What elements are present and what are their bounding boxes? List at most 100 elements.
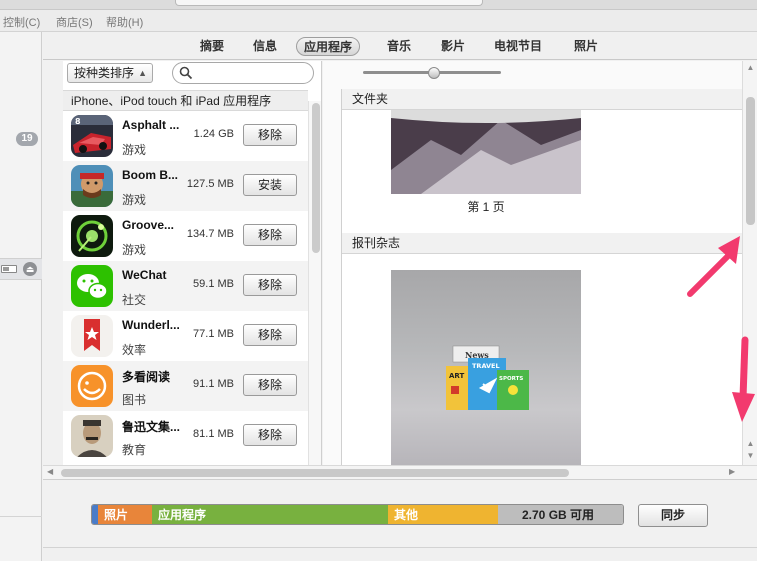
zoom-slider-knob[interactable]: [428, 67, 440, 79]
update-count-badge: 19: [16, 132, 38, 146]
source-sidebar: 19 ⏏: [0, 32, 42, 561]
menu-help[interactable]: 帮助(H): [106, 14, 143, 30]
app-category: 教育: [122, 443, 147, 457]
install-button[interactable]: 安装: [243, 174, 297, 196]
eject-icon[interactable]: ⏏: [23, 262, 37, 276]
list-item[interactable]: Groove... 游戏 134.7 MB 移除: [63, 211, 308, 261]
menubar: 控制(C) 商店(S) 帮助(H): [0, 10, 757, 32]
app-category: 游戏: [122, 243, 147, 257]
menu-control[interactable]: 控制(C): [3, 14, 40, 30]
tab-photos[interactable]: 照片: [567, 37, 605, 56]
remove-button[interactable]: 移除: [243, 374, 297, 396]
list-item[interactable]: 多看阅读 图书 91.1 MB 移除: [63, 361, 308, 411]
newsstand-icon: News ART TRAVEL SPORTS: [446, 345, 529, 410]
wechat-app-icon: [71, 265, 113, 307]
boom-beach-app-icon: [71, 165, 113, 207]
remove-button[interactable]: 移除: [243, 124, 297, 146]
scroll-thumb[interactable]: [312, 103, 320, 253]
list-item[interactable]: WeChat 社交 59.1 MB 移除: [63, 261, 308, 311]
scroll-down-arrow-icon[interactable]: ▼: [743, 451, 757, 460]
app-category: 图书: [122, 393, 147, 407]
scroll-thumb[interactable]: [61, 469, 569, 477]
device-tabs: 摘要 信息 应用程序 音乐 影片 电视节目 照片: [43, 32, 757, 60]
remove-button[interactable]: 移除: [243, 324, 297, 346]
svg-text:8: 8: [75, 117, 81, 126]
app-size: 134.7 MB: [186, 228, 234, 240]
device-item[interactable]: ⏏: [0, 258, 42, 280]
status-display: [175, 0, 483, 6]
pages-scrollbar[interactable]: ▲ ▲ ▼: [742, 61, 757, 465]
scroll-up-arrow-icon[interactable]: ▲: [743, 63, 757, 72]
list-item[interactable]: Boom B... 游戏 127.5 MB 安装: [63, 161, 308, 211]
luxun-app-icon: [71, 415, 113, 457]
list-item[interactable]: 鲁迅文集... 教育 81.1 MB 移除: [63, 411, 308, 461]
newsstand-header: 报刊杂志: [342, 233, 742, 254]
storage-seg-photos: 照片: [98, 505, 152, 524]
menu-store[interactable]: 商店(S): [56, 14, 93, 30]
title-strip: [0, 0, 757, 10]
app-category: 游戏: [122, 193, 147, 207]
app-size: 1.24 GB: [193, 128, 234, 140]
tab-tv-shows[interactable]: 电视节目: [487, 37, 549, 56]
app-name: 多看阅读: [122, 370, 171, 384]
folder-header: 文件夹: [342, 89, 742, 110]
app-size: 77.1 MB: [193, 328, 234, 340]
search-input[interactable]: [172, 62, 314, 84]
app-name: 鲁迅文集...: [122, 420, 181, 434]
remove-button[interactable]: 移除: [243, 274, 297, 296]
scroll-right-arrow-icon[interactable]: ▶: [729, 467, 735, 476]
app-category: 社交: [122, 293, 147, 307]
scroll-thumb[interactable]: [746, 97, 755, 225]
tab-music[interactable]: 音乐: [380, 37, 418, 56]
apps-panel: 按种类排序 ▲ iPhone、iPod touch 和 iPad 应用程序 8 A…: [63, 61, 322, 465]
scroll-left-arrow-icon[interactable]: ◀: [47, 467, 53, 476]
groove-app-icon: [71, 215, 113, 257]
divider: [0, 516, 42, 517]
asphalt-app-icon: 8: [71, 115, 113, 157]
app-category: 游戏: [122, 143, 147, 157]
duokan-app-icon: [71, 365, 113, 407]
updown-icon: ▲: [138, 68, 147, 78]
home-screens-panel: 文件夹 第 1 页 报刊杂志 News ART TRAVEL SPORTS: [323, 61, 742, 465]
page-label: 第 1 页: [467, 200, 505, 214]
app-size: 59.1 MB: [193, 278, 234, 290]
apps-section-header: iPhone、iPod touch 和 iPad 应用程序: [63, 90, 308, 111]
svg-text:ART: ART: [449, 372, 464, 380]
remove-button[interactable]: 移除: [243, 224, 297, 246]
storage-free: 2.70 GB 可用: [498, 505, 623, 524]
footer: [43, 547, 757, 561]
storage-seg-other: 其他: [388, 505, 498, 524]
app-list: 8 Asphalt ... 游戏 1.24 GB 移除 Boom B... 游戏…: [63, 111, 308, 461]
list-item[interactable]: 8 Asphalt ... 游戏 1.24 GB 移除: [63, 111, 308, 161]
page-thumbnail[interactable]: [391, 110, 581, 194]
svg-text:TRAVEL: TRAVEL: [472, 362, 500, 370]
horizontal-scrollbar[interactable]: ◀ ▶: [43, 465, 757, 480]
app-size: 81.1 MB: [193, 428, 234, 440]
battery-icon: [1, 265, 17, 273]
sort-label: 按种类排序: [74, 66, 135, 80]
app-name: Asphalt ...: [122, 118, 180, 132]
scroll-up-arrow-icon[interactable]: ▲: [743, 439, 757, 448]
tab-apps[interactable]: 应用程序: [296, 37, 361, 56]
storage-seg-apps: 应用程序: [152, 505, 388, 524]
tab-info[interactable]: 信息: [246, 37, 284, 56]
app-name: Groove...: [122, 218, 175, 232]
remove-button[interactable]: 移除: [243, 424, 297, 446]
tab-movies[interactable]: 影片: [434, 37, 472, 56]
app-size: 91.1 MB: [193, 378, 234, 390]
list-item[interactable]: Wunderl... 效率 77.1 MB 移除: [63, 311, 308, 361]
wunderlist-app-icon: [71, 315, 113, 357]
app-category: 效率: [122, 343, 147, 357]
apps-scrollbar[interactable]: [308, 101, 321, 465]
sort-dropdown[interactable]: 按种类排序 ▲: [67, 63, 153, 83]
app-name: Wunderl...: [122, 318, 180, 332]
app-size: 127.5 MB: [186, 178, 234, 190]
tab-summary[interactable]: 摘要: [193, 37, 231, 56]
newsstand-page-thumbnail[interactable]: News ART TRAVEL SPORTS: [391, 270, 581, 465]
svg-text:SPORTS: SPORTS: [499, 376, 523, 382]
app-name: Boom B...: [122, 168, 178, 182]
pages-area: 文件夹 第 1 页 报刊杂志 News ART TRAVEL SPORTS: [341, 89, 742, 465]
search-icon: [179, 66, 193, 80]
sync-button[interactable]: 同步: [638, 504, 708, 527]
storage-capacity-bar: 照片 应用程序 其他 2.70 GB 可用: [91, 504, 624, 525]
